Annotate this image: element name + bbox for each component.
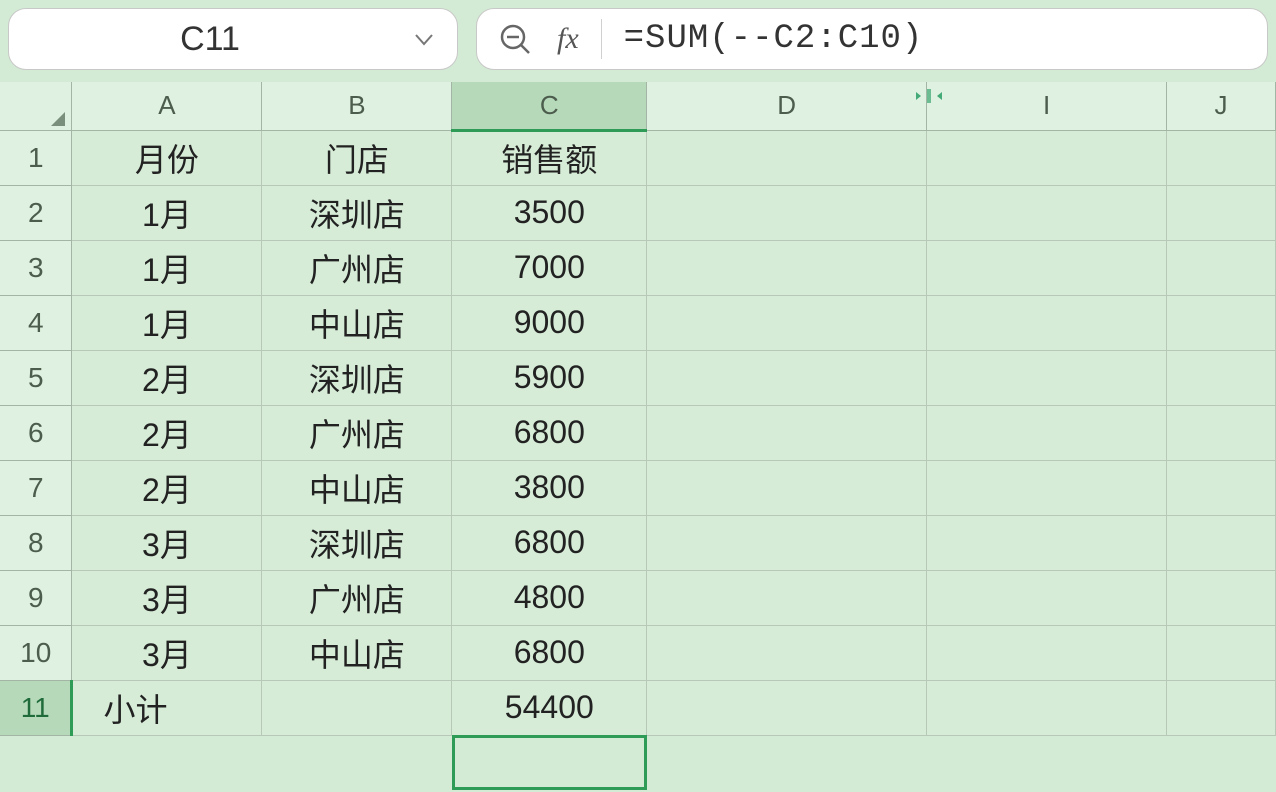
row-header[interactable]: 5 xyxy=(0,350,72,405)
row-header[interactable]: 1 xyxy=(0,130,72,185)
active-cell-outline xyxy=(452,735,647,790)
cell-c8[interactable]: 6800 xyxy=(452,515,647,570)
cell-a9[interactable]: 3月 xyxy=(72,570,262,625)
formula-bar[interactable]: fx =SUM(--C2:C10) xyxy=(476,8,1268,70)
cell-b8[interactable]: 深圳店 xyxy=(262,515,452,570)
cell-b1[interactable]: 门店 xyxy=(262,130,452,185)
row-header[interactable]: 11 xyxy=(0,680,72,735)
cell-a5[interactable]: 2月 xyxy=(72,350,262,405)
cell-a3[interactable]: 1月 xyxy=(72,240,262,295)
spreadsheet-grid[interactable]: A B C D I J 1 月份 门店 销售额 2 1月 深圳店 3500 3 … xyxy=(0,82,1276,736)
cell-c5[interactable]: 5900 xyxy=(452,350,647,405)
cell-a2[interactable]: 1月 xyxy=(72,185,262,240)
cell-j11[interactable] xyxy=(1167,680,1276,735)
row-header[interactable]: 8 xyxy=(0,515,72,570)
cell-i1[interactable] xyxy=(927,130,1167,185)
cell-c1[interactable]: 销售额 xyxy=(452,130,647,185)
cell-c10[interactable]: 6800 xyxy=(452,625,647,680)
cell-c3[interactable]: 7000 xyxy=(452,240,647,295)
cell-reference: C11 xyxy=(9,20,411,59)
row-header[interactable]: 9 xyxy=(0,570,72,625)
fx-icon[interactable]: fx xyxy=(557,22,579,56)
cell-b2[interactable]: 深圳店 xyxy=(262,185,452,240)
cell-c11[interactable]: 54400 xyxy=(452,680,647,735)
cell-b3[interactable]: 广州店 xyxy=(262,240,452,295)
cell-c4[interactable]: 9000 xyxy=(452,295,647,350)
cell-d2[interactable] xyxy=(647,185,927,240)
cell-i8[interactable] xyxy=(927,515,1167,570)
cell-i9[interactable] xyxy=(927,570,1167,625)
zoom-out-icon[interactable] xyxy=(495,19,535,59)
cell-i4[interactable] xyxy=(927,295,1167,350)
row-header[interactable]: 10 xyxy=(0,625,72,680)
cell-d10[interactable] xyxy=(647,625,927,680)
cell-j3[interactable] xyxy=(1167,240,1276,295)
col-header-c[interactable]: C xyxy=(452,82,647,130)
cell-a4[interactable]: 1月 xyxy=(72,295,262,350)
cell-d1[interactable] xyxy=(647,130,927,185)
cell-d11[interactable] xyxy=(647,680,927,735)
name-box[interactable]: C11 xyxy=(8,8,458,70)
cell-b10[interactable]: 中山店 xyxy=(262,625,452,680)
cell-i6[interactable] xyxy=(927,405,1167,460)
chevron-down-icon[interactable] xyxy=(411,26,437,52)
cell-a7[interactable]: 2月 xyxy=(72,460,262,515)
cell-d5[interactable] xyxy=(647,350,927,405)
cell-a8[interactable]: 3月 xyxy=(72,515,262,570)
col-header-i[interactable]: I xyxy=(927,82,1167,130)
cell-b6[interactable]: 广州店 xyxy=(262,405,452,460)
cell-j1[interactable] xyxy=(1167,130,1276,185)
cell-j9[interactable] xyxy=(1167,570,1276,625)
cell-b9[interactable]: 广州店 xyxy=(262,570,452,625)
cell-b7[interactable]: 中山店 xyxy=(262,460,452,515)
cell-i5[interactable] xyxy=(927,350,1167,405)
formula-input[interactable]: =SUM(--C2:C10) xyxy=(624,20,924,58)
cell-j5[interactable] xyxy=(1167,350,1276,405)
cell-i2[interactable] xyxy=(927,185,1167,240)
divider xyxy=(601,19,602,59)
cell-d9[interactable] xyxy=(647,570,927,625)
cell-j7[interactable] xyxy=(1167,460,1276,515)
cell-a11[interactable]: 小计 xyxy=(72,680,262,735)
row-header[interactable]: 2 xyxy=(0,185,72,240)
col-header-a[interactable]: A xyxy=(72,82,262,130)
cell-a1[interactable]: 月份 xyxy=(72,130,262,185)
cell-c2[interactable]: 3500 xyxy=(452,185,647,240)
cell-c6[interactable]: 6800 xyxy=(452,405,647,460)
cell-a10[interactable]: 3月 xyxy=(72,625,262,680)
cell-d7[interactable] xyxy=(647,460,927,515)
col-header-j[interactable]: J xyxy=(1167,82,1276,130)
cell-a6[interactable]: 2月 xyxy=(72,405,262,460)
cell-i10[interactable] xyxy=(927,625,1167,680)
cell-d8[interactable] xyxy=(647,515,927,570)
cell-i11[interactable] xyxy=(927,680,1167,735)
cell-i3[interactable] xyxy=(927,240,1167,295)
col-header-d[interactable]: D xyxy=(647,82,927,130)
cell-j6[interactable] xyxy=(1167,405,1276,460)
cell-b11[interactable] xyxy=(262,680,452,735)
cell-j8[interactable] xyxy=(1167,515,1276,570)
cell-j10[interactable] xyxy=(1167,625,1276,680)
cell-b5[interactable]: 深圳店 xyxy=(262,350,452,405)
formula-bar-area: C11 fx =SUM(--C2:C10) xyxy=(0,0,1276,82)
select-all-corner[interactable] xyxy=(0,82,72,130)
cell-i7[interactable] xyxy=(927,460,1167,515)
col-header-b[interactable]: B xyxy=(262,82,452,130)
cell-b4[interactable]: 中山店 xyxy=(262,295,452,350)
row-header[interactable]: 6 xyxy=(0,405,72,460)
cell-c9[interactable]: 4800 xyxy=(452,570,647,625)
row-header[interactable]: 3 xyxy=(0,240,72,295)
row-header[interactable]: 7 xyxy=(0,460,72,515)
cell-d6[interactable] xyxy=(647,405,927,460)
cell-j2[interactable] xyxy=(1167,185,1276,240)
cell-j4[interactable] xyxy=(1167,295,1276,350)
cell-c7[interactable]: 3800 xyxy=(452,460,647,515)
cell-d3[interactable] xyxy=(647,240,927,295)
row-header[interactable]: 4 xyxy=(0,295,72,350)
cell-d4[interactable] xyxy=(647,295,927,350)
